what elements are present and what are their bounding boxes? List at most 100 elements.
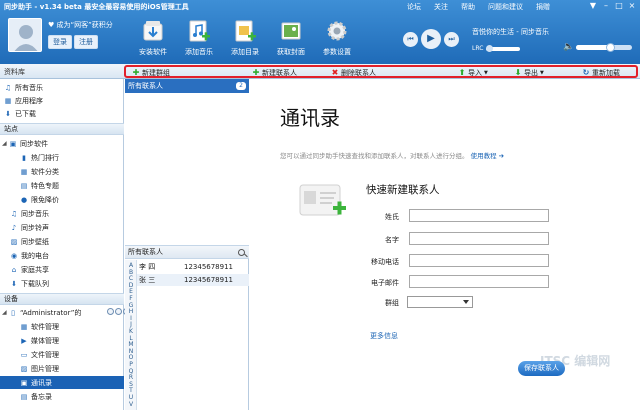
- arrow-down-icon: ⬇: [514, 68, 522, 77]
- add-music-button[interactable]: 添加音乐: [176, 18, 222, 57]
- media-icon: ▶: [21, 336, 27, 345]
- volume-icon[interactable]: 🔈: [563, 42, 574, 52]
- group-all-contacts[interactable]: 所有联系人 2: [125, 79, 249, 93]
- chevron-down-icon: [463, 300, 469, 304]
- group-label: 群组: [385, 299, 399, 307]
- contacts-book-icon: ▣: [20, 378, 28, 387]
- first-name-input[interactable]: [409, 232, 549, 245]
- export-button[interactable]: ⬇ 导出 ▼: [514, 68, 544, 78]
- minimize-icon[interactable]: –: [601, 1, 611, 10]
- arrow-right-icon: ➔: [498, 152, 505, 160]
- add-folder-button[interactable]: 添加目录: [222, 18, 268, 57]
- lrc-label: LRC: [472, 45, 484, 52]
- menu-help[interactable]: 帮助: [461, 2, 475, 12]
- sidebar-item-download-queue[interactable]: ⬇ 下载队列: [10, 277, 134, 290]
- more-info-link[interactable]: 更多信息: [370, 331, 398, 341]
- sidebar-item-ringtones[interactable]: ♪ 同步铃声: [10, 221, 134, 234]
- music-note-icon: ♫: [4, 83, 12, 92]
- menu-feedback[interactable]: 问题和建议: [488, 2, 523, 12]
- last-name-input[interactable]: [409, 209, 549, 222]
- main-toolbar: 安装软件 添加音乐 添加目录 获取封面 参数设置: [130, 18, 360, 57]
- register-button[interactable]: 注册: [74, 35, 98, 49]
- chevron-down-icon: ▼: [484, 70, 488, 76]
- sidebar-item-wallpapers[interactable]: ▨ 同步壁纸: [10, 235, 134, 248]
- email-input[interactable]: [409, 275, 549, 288]
- delete-contact-button[interactable]: ✖ 删除联系人: [331, 68, 376, 78]
- action-bar: 资料库 ✚ 新建群组 ✚ 新建联系人 ✖ 删除联系人 ⬆ 导入 ▼ ⬇ 导出 ▼…: [0, 64, 640, 79]
- last-name-label: 姓氏: [385, 213, 399, 221]
- tutorial-link[interactable]: 使用教程 ➔: [471, 152, 505, 160]
- expand-arrow-icon[interactable]: ◢: [2, 309, 8, 316]
- sidebar-item-all-music[interactable]: ♫ 所有音乐: [4, 81, 128, 94]
- sidebar-item-home-sharing[interactable]: ⌂ 家庭共享: [10, 263, 134, 276]
- sidebar-item-apps[interactable]: ▦ 应用程序: [4, 94, 128, 107]
- refresh-icon: ↻: [582, 68, 590, 77]
- device-sync-icon[interactable]: [115, 308, 122, 315]
- title-bar: 同步助手 - v1.34 beta 最安全最容易使用的iOS管理工具 论坛 关注…: [0, 0, 640, 14]
- reload-button[interactable]: ↻ 重新加载: [582, 68, 620, 78]
- notes-icon: ▤: [20, 392, 28, 401]
- play-button[interactable]: ▶: [421, 29, 441, 49]
- chevron-down-icon: ▼: [540, 70, 544, 76]
- sidebar-item-radio[interactable]: ◉ 我的电台: [10, 249, 134, 262]
- volume-slider[interactable]: [576, 43, 632, 52]
- lyrics-control: LRC: [472, 44, 521, 52]
- top-menu: 论坛 关注 帮助 问题和建议 捐赠: [407, 2, 550, 12]
- first-name-label: 名字: [385, 236, 399, 244]
- sidebar-item-sync-apps[interactable]: ◢ ▣ 同步软件: [2, 137, 126, 150]
- home-icon: ⌂: [11, 265, 17, 274]
- group-select[interactable]: [407, 296, 473, 308]
- settings-button[interactable]: 参数设置: [314, 18, 360, 57]
- station-section-header: 站点: [0, 123, 124, 135]
- maximize-icon[interactable]: □: [614, 1, 624, 10]
- login-button[interactable]: 登录: [48, 35, 72, 49]
- contact-row[interactable]: 张 三 12345678911: [137, 274, 249, 286]
- install-app-icon: [143, 21, 163, 41]
- new-group-button[interactable]: ✚ 新建群组: [132, 68, 170, 78]
- sidebar-item-downloaded[interactable]: ⬇ 已下载: [4, 107, 128, 120]
- bell-icon: ♪: [11, 223, 17, 232]
- add-icon: ✚: [132, 68, 140, 77]
- arrow-up-icon: ⬆: [458, 68, 466, 77]
- sidebar: ♫ 所有音乐 ▦ 应用程序 ⬇ 已下载 站点 ◢ ▣ 同步软件 ▮ 热门排行 ▦ 软件分类 ▤…: [0, 79, 130, 410]
- alphabet-letter[interactable]: V: [125, 401, 137, 408]
- previous-track-button[interactable]: ⏮: [403, 31, 418, 47]
- feature-icon: ▤: [20, 181, 28, 190]
- radio-icon: ◉: [10, 251, 18, 260]
- contact-count-badge: 2: [236, 82, 246, 90]
- contact-row[interactable]: 李 四 12345678911: [137, 261, 249, 273]
- device-info-icon[interactable]: [107, 308, 114, 315]
- import-button[interactable]: ⬆ 导入 ▼: [458, 68, 488, 78]
- get-cover-button[interactable]: 获取封面: [268, 18, 314, 57]
- window-controls: ▼ – □ ×: [588, 1, 637, 10]
- now-playing-text: 音悦你的生活 - 同步音乐: [472, 28, 549, 36]
- menu-donate[interactable]: 捐赠: [536, 2, 550, 12]
- install-app-button[interactable]: 安装软件: [130, 18, 176, 57]
- sidebar-item-contacts[interactable]: ▣ 通讯录: [0, 376, 124, 389]
- heart-icon: ♥: [48, 21, 57, 29]
- mobile-phone-input[interactable]: [409, 254, 549, 267]
- next-track-button[interactable]: ⏭: [444, 31, 459, 47]
- skin-icon[interactable]: ▼: [588, 1, 598, 10]
- expand-arrow-icon[interactable]: ◢: [2, 140, 8, 147]
- settings-gear-icon: [327, 21, 347, 41]
- photo-icon: ▨: [20, 364, 28, 373]
- menu-follow[interactable]: 关注: [434, 2, 448, 12]
- apps-store-icon: ▣: [9, 139, 17, 148]
- device-node[interactable]: ◢ ▯ “Administrator”的: [2, 306, 130, 319]
- music-player: ⏮ ▶ ⏭: [403, 29, 459, 49]
- get-cover-icon: [281, 22, 301, 40]
- new-contact-button[interactable]: ✚ 新建联系人: [252, 68, 297, 78]
- download-icon: ⬇: [11, 279, 17, 288]
- progress-slider[interactable]: [486, 44, 521, 52]
- search-icon[interactable]: [238, 249, 245, 256]
- menu-forum[interactable]: 论坛: [407, 2, 421, 12]
- sidebar-item-sync-music[interactable]: ♫ 同步音乐: [10, 207, 134, 220]
- apps-icon: ▦: [20, 322, 28, 331]
- device-section-header: 设备: [0, 293, 124, 305]
- avatar[interactable]: [8, 18, 42, 52]
- music-note-icon: ♫: [10, 209, 18, 218]
- close-icon[interactable]: ×: [627, 1, 637, 10]
- volume-knob[interactable]: [605, 43, 615, 52]
- save-contact-button[interactable]: 保存联系人: [518, 361, 565, 376]
